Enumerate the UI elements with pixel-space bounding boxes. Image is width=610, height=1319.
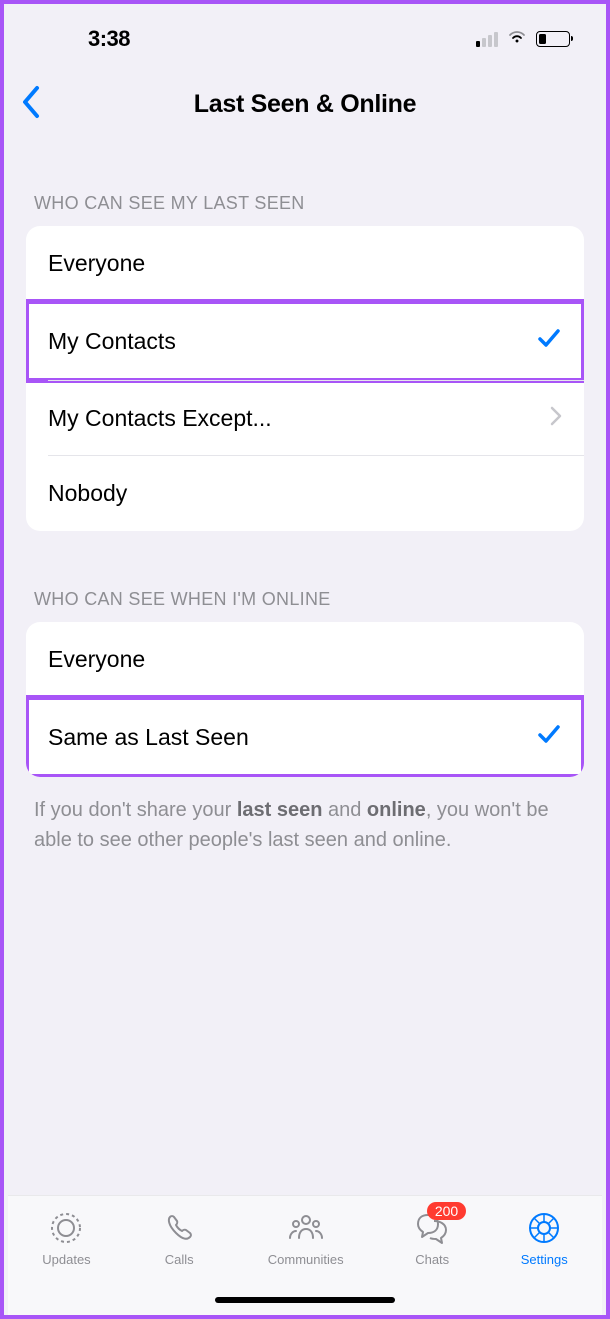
updates-icon (46, 1208, 86, 1248)
option-everyone[interactable]: Everyone (26, 226, 584, 301)
section-header-online: WHO CAN SEE WHEN I'M ONLINE (26, 531, 584, 622)
option-label: Everyone (48, 646, 145, 673)
battery-icon (536, 31, 570, 47)
chats-badge: 200 (427, 1202, 466, 1220)
status-icons (476, 29, 570, 50)
list-group-online: Everyone Same as Last Seen (26, 622, 584, 777)
option-label: My Contacts Except... (48, 405, 272, 432)
tab-label: Communities (268, 1252, 344, 1267)
section-header-last-seen: WHO CAN SEE MY LAST SEEN (26, 143, 584, 226)
tab-label: Updates (42, 1252, 90, 1267)
tab-settings[interactable]: Settings (521, 1208, 568, 1267)
cellular-signal-icon (476, 31, 498, 47)
tab-label: Chats (415, 1252, 449, 1267)
status-time: 3:38 (40, 26, 130, 52)
nav-header: Last Seen & Online (4, 64, 606, 143)
list-group-last-seen: Everyone My Contacts My Contacts Except.… (26, 226, 584, 531)
option-nobody[interactable]: Nobody (26, 456, 584, 531)
tab-updates[interactable]: Updates (42, 1208, 90, 1267)
status-bar: 3:38 (4, 4, 606, 64)
option-my-contacts-except[interactable]: My Contacts Except... (26, 381, 584, 456)
wifi-icon (506, 29, 528, 50)
option-online-everyone[interactable]: Everyone (26, 622, 584, 697)
back-button[interactable] (20, 84, 42, 125)
checkmark-icon (536, 721, 562, 753)
page-title: Last Seen & Online (20, 90, 590, 119)
home-indicator[interactable] (215, 1297, 395, 1303)
settings-icon (524, 1208, 564, 1248)
communities-icon (286, 1208, 326, 1248)
tab-label: Settings (521, 1252, 568, 1267)
option-my-contacts[interactable]: My Contacts (26, 301, 584, 381)
tab-label: Calls (165, 1252, 194, 1267)
option-label: Same as Last Seen (48, 724, 249, 751)
option-label: Everyone (48, 250, 145, 277)
chevron-right-icon (550, 405, 562, 432)
option-same-as-last-seen[interactable]: Same as Last Seen (26, 697, 584, 777)
footer-text: If you don't share your last seen and on… (26, 777, 584, 855)
tab-chats[interactable]: 200 Chats (412, 1208, 452, 1267)
option-label: My Contacts (48, 328, 176, 355)
tab-communities[interactable]: Communities (268, 1208, 344, 1267)
calls-icon (159, 1208, 199, 1248)
tab-calls[interactable]: Calls (159, 1208, 199, 1267)
checkmark-icon (536, 325, 562, 357)
option-label: Nobody (48, 480, 127, 507)
